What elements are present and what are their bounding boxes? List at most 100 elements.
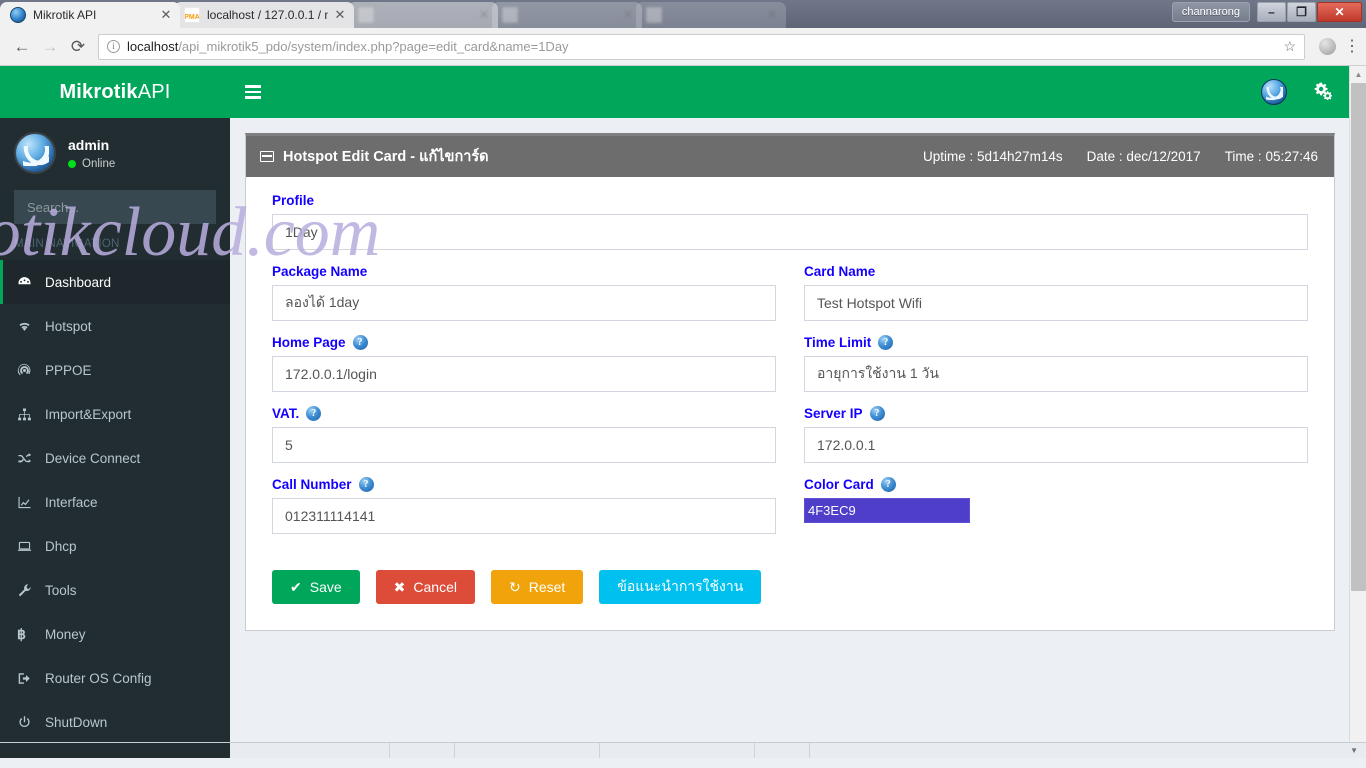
tab-close-icon[interactable]: ✕	[476, 7, 492, 23]
sidebar-item-label: ShutDown	[45, 714, 108, 730]
reload-button[interactable]: ⟳	[64, 33, 92, 61]
browser-tab-active[interactable]: Mikrotik API ✕	[0, 2, 180, 28]
scroll-up-arrow-icon[interactable]: ▲	[1350, 66, 1366, 83]
sidebar-item-money[interactable]: ฿ Money	[0, 612, 230, 656]
field-label: Server IP ?	[804, 406, 1308, 421]
window-restore-button[interactable]: ❐	[1287, 2, 1316, 22]
browser-chrome: Mikrotik API ✕ PMA localhost / 127.0.0.1…	[0, 0, 1366, 66]
package-name-input[interactable]	[272, 285, 776, 321]
taskbar-tray-icon[interactable]: ▼	[1350, 743, 1366, 758]
page-scrollbar[interactable]: ▲ ▼	[1349, 66, 1366, 758]
laptop-icon	[17, 539, 41, 554]
help-icon[interactable]: ?	[869, 406, 885, 421]
help-icon[interactable]: ?	[358, 477, 374, 492]
server-ip-input[interactable]	[804, 427, 1308, 463]
browser-profile-button[interactable]: channarong	[1171, 2, 1250, 22]
scrollbar-thumb[interactable]	[1351, 83, 1366, 591]
sidebar-item-dashboard[interactable]: Dashboard	[0, 260, 230, 304]
mikrotik-globe-icon	[10, 7, 26, 23]
menu-toggle-icon[interactable]	[230, 66, 276, 118]
reset-button[interactable]: ↻ Reset	[490, 570, 584, 604]
panel-body: Profile Package Name	[246, 177, 1334, 630]
brand-bold: Mikrotik	[59, 80, 138, 103]
taskbar-item[interactable]	[600, 743, 755, 758]
label-text: Color Card	[804, 477, 874, 492]
sidebar-item-tools[interactable]: Tools	[0, 568, 230, 612]
app-body: admin Online MAIN NAVIGATION Dashboard	[0, 118, 1366, 758]
browser-toolbar-icons: ⋮	[1311, 38, 1360, 55]
uptime-label: Uptime : 5d14h27m14s	[923, 149, 1063, 164]
field-label: Time Limit ?	[804, 335, 1308, 350]
sidebar-search-box[interactable]	[14, 190, 216, 224]
profile-input[interactable]	[272, 214, 1308, 250]
help-icon[interactable]: ?	[306, 406, 322, 421]
tab-close-icon[interactable]: ✕	[764, 7, 780, 23]
gears-icon[interactable]	[1313, 82, 1333, 103]
window-close-button[interactable]: ✕	[1317, 2, 1362, 22]
taskbar-items: ▼	[230, 743, 1366, 758]
sidebar-item-router-os-config[interactable]: Router OS Config	[0, 656, 230, 700]
taskbar-item[interactable]	[755, 743, 810, 758]
app-logo[interactable]: Mikrotik API	[0, 66, 230, 118]
sidebar-item-dhcp[interactable]: Dhcp	[0, 524, 230, 568]
call-number-input[interactable]	[272, 498, 776, 534]
back-button[interactable]: ←	[8, 33, 36, 61]
tab-close-icon[interactable]: ✕	[158, 7, 174, 23]
field-label: Call Number ?	[272, 477, 776, 492]
tab-close-icon[interactable]: ✕	[620, 7, 636, 23]
taskbar-item[interactable]	[455, 743, 600, 758]
sidebar-item-device-connect[interactable]: Device Connect	[0, 436, 230, 480]
cancel-button[interactable]: ✖ Cancel	[375, 570, 475, 604]
panel-title-text: Hotspot Edit Card - แก้ไขการ์ด	[283, 149, 489, 165]
time-limit-input[interactable]	[804, 356, 1308, 392]
browser-toolbar: ← → ⟳ i localhost /api_mikrotik5_pdo/sys…	[0, 28, 1366, 66]
power-icon	[17, 715, 41, 730]
sidebar-item-shutdown[interactable]: ShutDown	[0, 700, 230, 744]
sidebar-search-wrap	[0, 184, 230, 224]
panel-status-meta: Uptime : 5d14h27m14s Date : dec/12/2017 …	[923, 149, 1318, 164]
dashboard-icon	[17, 275, 41, 290]
help-icon[interactable]: ?	[352, 335, 368, 350]
page-info-icon[interactable]: i	[107, 40, 120, 53]
field-label: Package Name	[272, 264, 776, 279]
color-card-input[interactable]	[804, 498, 970, 523]
sidebar-item-import-export[interactable]: Import&Export	[0, 392, 230, 436]
taskbar-start-area[interactable]	[0, 743, 230, 758]
search-input[interactable]	[25, 198, 205, 216]
tab-close-icon[interactable]: ✕	[332, 7, 348, 23]
browser-tab-background-3[interactable]: ✕	[636, 2, 786, 28]
shuffle-icon	[17, 451, 41, 466]
help-icon[interactable]: ?	[880, 477, 896, 492]
address-bar[interactable]: i localhost /api_mikrotik5_pdo/system/in…	[98, 33, 1305, 60]
window-minimize-button[interactable]: –	[1257, 2, 1286, 22]
sidebar-item-interface[interactable]: Interface	[0, 480, 230, 524]
baht-icon: ฿	[17, 625, 26, 642]
chrome-menu-icon[interactable]: ⋮	[1344, 38, 1360, 54]
app-viewport: Mikrotik API admin Online Search... MAIN…	[0, 66, 1366, 758]
vat-input[interactable]	[272, 427, 776, 463]
profile-avatar-icon[interactable]	[1319, 38, 1336, 55]
window-controls: channarong – ❐ ✕	[1171, 2, 1362, 22]
save-button[interactable]: ✔ Save	[272, 570, 360, 604]
sidebar-item-hotspot[interactable]: Hotspot	[0, 304, 230, 348]
sidebar-item-label: Dhcp	[45, 538, 77, 554]
home-page-input[interactable]	[272, 356, 776, 392]
help-icon[interactable]: ?	[878, 335, 894, 350]
taskbar-item[interactable]	[230, 743, 390, 758]
taskbar-item[interactable]	[390, 743, 455, 758]
blank-icon	[358, 7, 374, 23]
browser-tab-background-2[interactable]: ✕	[492, 2, 642, 28]
usage-guide-button[interactable]: ข้อแนะนำการใช้งาน	[599, 570, 762, 604]
sidebar-item-pppoe[interactable]: PPPOE	[0, 348, 230, 392]
bookmark-star-icon[interactable]: ☆	[1283, 38, 1296, 55]
sidebar-user-panel[interactable]: admin Online	[0, 118, 230, 184]
browser-tab-background-1[interactable]: ✕	[348, 2, 498, 28]
card-name-input[interactable]	[804, 285, 1308, 321]
phpmyadmin-icon: PMA	[184, 7, 200, 23]
label-text: VAT.	[272, 406, 300, 421]
mikrotik-globe-icon[interactable]	[1261, 79, 1287, 105]
forward-button[interactable]: →	[36, 33, 64, 61]
browser-tab-phpmyadmin[interactable]: PMA localhost / 127.0.0.1 / mi ✕	[174, 2, 354, 28]
url-host: localhost	[127, 39, 179, 54]
tab-title: localhost / 127.0.0.1 / mi	[207, 8, 328, 22]
